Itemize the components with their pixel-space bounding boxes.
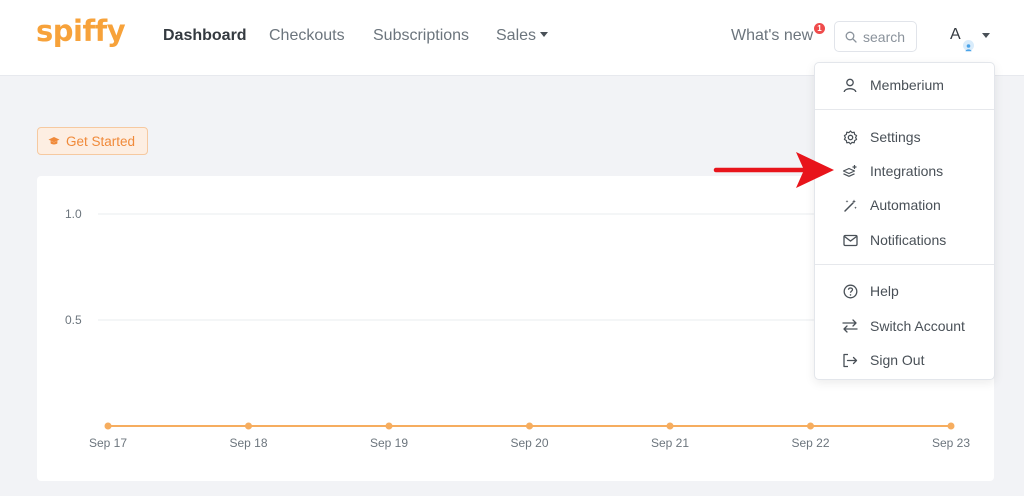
envelope-icon	[842, 232, 858, 248]
menu-item-account-label: Memberium	[870, 77, 944, 93]
user-icon	[842, 77, 858, 93]
data-point	[526, 422, 533, 430]
data-point	[245, 422, 252, 430]
graduation-cap-icon	[48, 137, 60, 145]
x-tick-label: Sep 17	[89, 436, 127, 450]
menu-item-settings[interactable]: Settings	[815, 122, 994, 152]
user-dropdown-menu: Memberium Settings Integrations Automati…	[814, 62, 995, 380]
data-point	[947, 422, 955, 430]
x-tick-label: Sep 21	[651, 436, 689, 450]
question-circle-icon	[842, 283, 858, 299]
sign-out-icon	[842, 352, 858, 368]
menu-item-sign-out[interactable]: Sign Out	[815, 345, 994, 375]
search-input[interactable]	[863, 28, 919, 45]
get-started-label: Get Started	[66, 133, 136, 149]
gear-icon	[842, 129, 858, 145]
menu-item-automation-label: Automation	[870, 197, 941, 213]
x-tick-label: Sep 23	[932, 436, 970, 450]
menu-item-help-label: Help	[870, 283, 899, 299]
get-started-button[interactable]: Get Started	[37, 127, 148, 155]
menu-item-integrations[interactable]: Integrations	[815, 156, 994, 186]
nav-sales-label: Sales	[496, 27, 537, 44]
magic-wand-icon	[842, 197, 858, 213]
search-box[interactable]	[834, 21, 919, 52]
user-status-icon	[963, 40, 974, 52]
x-tick-label: Sep 18	[229, 436, 267, 450]
whats-new-link[interactable]: What's new	[731, 27, 813, 45]
menu-divider	[815, 264, 994, 265]
chevron-down-icon	[540, 32, 549, 37]
user-avatar-initial: A	[950, 26, 961, 43]
menu-item-integrations-label: Integrations	[870, 163, 944, 179]
data-point	[807, 422, 814, 430]
y-tick-label: 0.5	[65, 313, 82, 327]
data-point	[666, 422, 674, 430]
data-point	[104, 422, 112, 430]
menu-item-account[interactable]: Memberium	[815, 70, 994, 100]
y-tick-label: 1.0	[65, 207, 82, 221]
menu-item-sign-out-label: Sign Out	[870, 352, 925, 368]
red-arrow-icon	[713, 152, 834, 188]
notification-badge: 1	[814, 23, 825, 34]
nav-dashboard[interactable]: Dashboard	[163, 27, 247, 45]
menu-item-automation[interactable]: Automation	[815, 190, 994, 220]
spiffy-logo[interactable]: spiffy	[36, 14, 126, 48]
menu-item-switch-account[interactable]: Switch Account	[815, 311, 994, 341]
x-tick-label: Sep 20	[510, 436, 548, 450]
nav-subscriptions[interactable]: Subscriptions	[373, 27, 469, 45]
menu-divider	[815, 109, 994, 110]
user-menu-toggle[interactable]: A	[950, 26, 990, 54]
chevron-down-icon	[982, 33, 990, 38]
x-tick-label: Sep 22	[791, 436, 829, 450]
menu-item-notifications[interactable]: Notifications	[815, 225, 994, 255]
menu-item-switch-account-label: Switch Account	[870, 318, 965, 334]
menu-item-help[interactable]: Help	[815, 276, 994, 306]
menu-item-settings-label: Settings	[870, 129, 921, 145]
nav-checkouts[interactable]: Checkouts	[269, 27, 345, 45]
menu-item-notifications-label: Notifications	[870, 232, 947, 248]
integrations-icon	[842, 163, 858, 179]
x-tick-label: Sep 19	[370, 436, 408, 450]
switch-arrows-icon	[842, 318, 858, 334]
data-point	[385, 422, 393, 430]
search-icon	[845, 31, 857, 43]
nav-sales-dropdown[interactable]: Sales	[496, 27, 549, 45]
